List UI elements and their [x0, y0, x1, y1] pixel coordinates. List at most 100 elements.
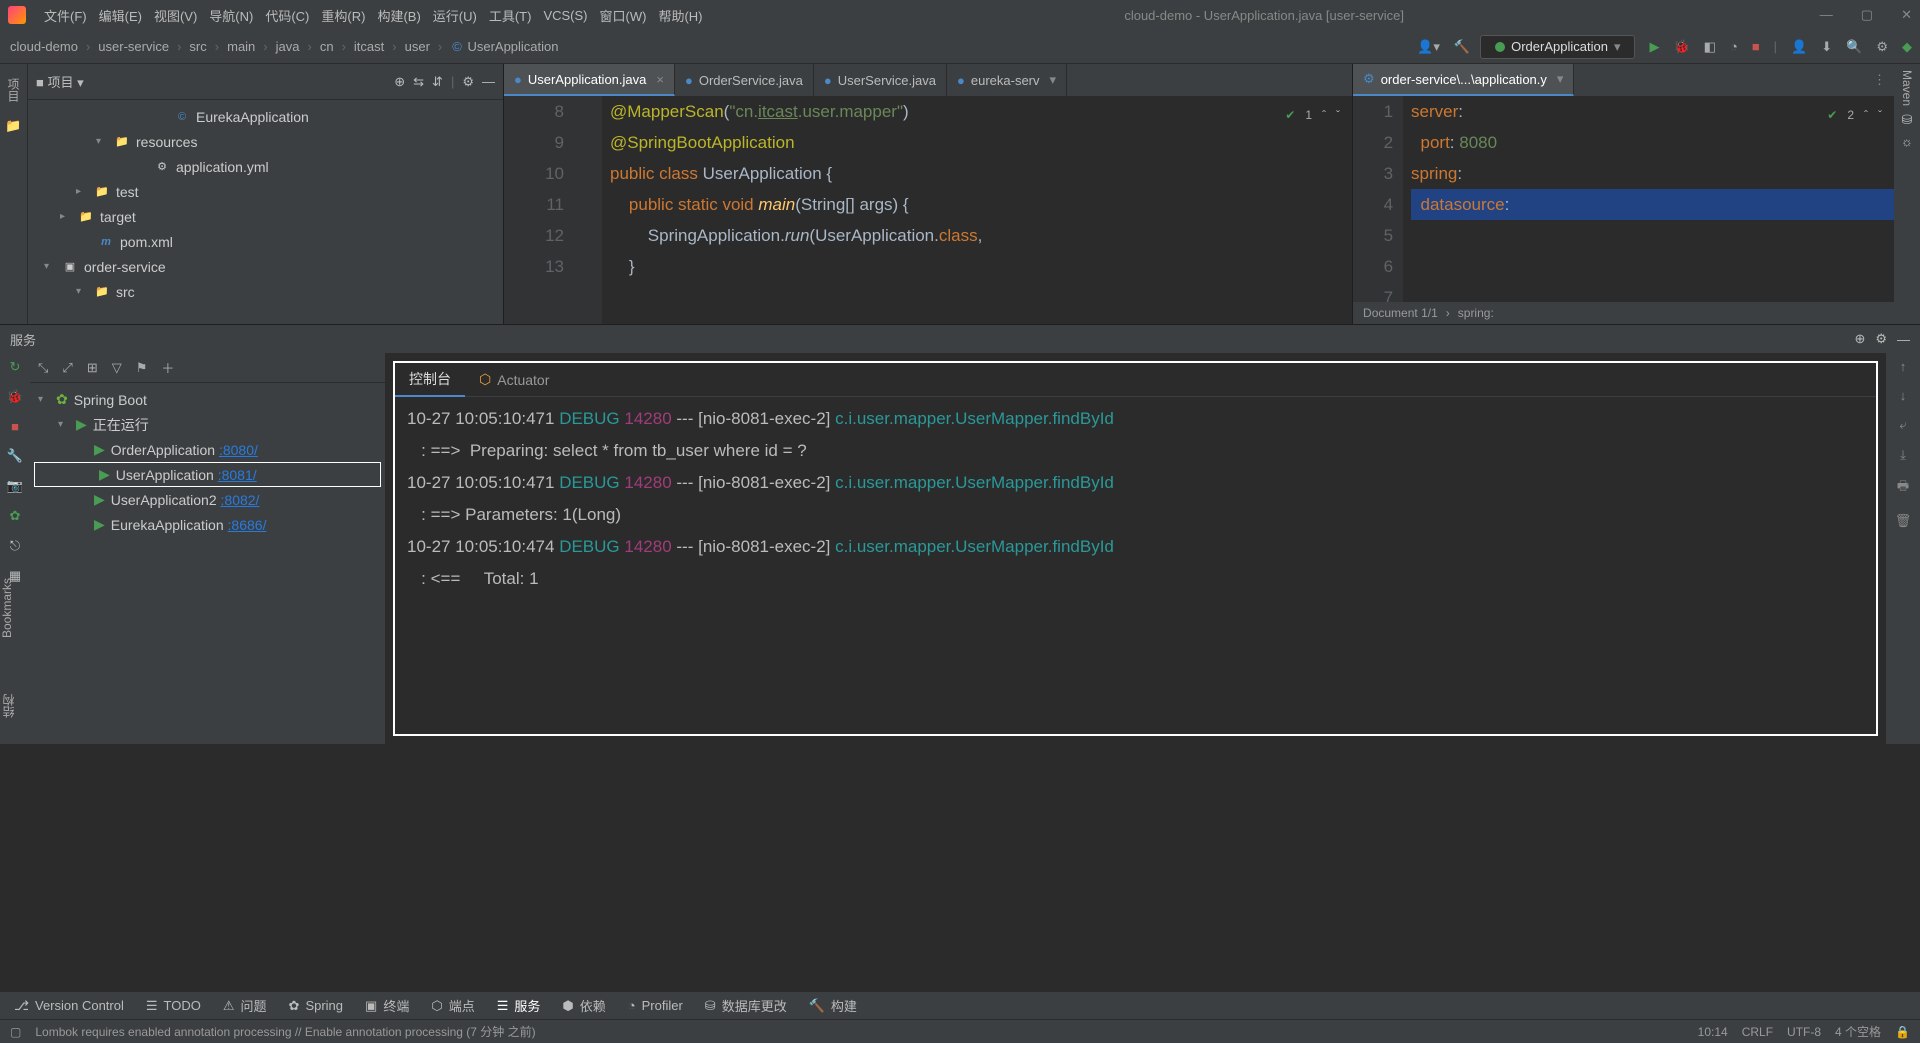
services-tree[interactable]: ▾✿Spring Boot▾▶正在运行▶OrderApplication :80… — [30, 383, 385, 744]
gear-icon[interactable]: ⚙ — [1875, 331, 1887, 347]
hide-icon[interactable]: — — [482, 74, 495, 89]
readonly-icon[interactable]: 🔒 — [1895, 1025, 1910, 1039]
breadcrumb[interactable]: cloud-demo›user-service›src›main›java›cn… — [8, 39, 561, 54]
structure-tool-button[interactable]: 结构 — [0, 686, 17, 726]
editor-tab[interactable]: ●eureka-serv▾ — [947, 64, 1067, 96]
breadcrumb-item[interactable]: cloud-demo — [8, 39, 80, 54]
menu-item[interactable]: 工具(T) — [483, 3, 538, 28]
trash-icon[interactable]: 🗑 — [1895, 513, 1912, 529]
editor-tab[interactable]: ⚙order-service\...\application.y▾ — [1353, 64, 1574, 96]
notif-icon[interactable]: ☼ — [1901, 134, 1913, 149]
breadcrumb-item[interactable]: user-service — [96, 39, 171, 54]
down-icon[interactable]: ↓ — [1900, 388, 1907, 403]
wrap-icon[interactable]: ⤶ — [1899, 417, 1906, 433]
breadcrumb-item[interactable]: main — [225, 39, 257, 54]
profile-icon[interactable]: ◔ — [1730, 39, 1738, 54]
up-icon[interactable]: ↑ — [1900, 359, 1907, 374]
service-app[interactable]: ▶EurekaApplication :8686/ — [30, 512, 385, 537]
group-icon[interactable]: ⊞ — [87, 360, 98, 376]
menu-item[interactable]: 代码(C) — [259, 3, 315, 28]
avatar-icon[interactable]: 👤 — [1791, 39, 1807, 55]
tag-icon[interactable]: ⚑ — [136, 360, 148, 376]
locate-icon[interactable]: ⊕ — [394, 74, 405, 90]
focus-icon[interactable]: ⊕ — [1854, 331, 1865, 347]
project-tree[interactable]: ©EurekaApplication▾📁resources⚙applicatio… — [28, 100, 503, 324]
service-app[interactable]: ▶UserApplication :8081/ — [34, 462, 381, 487]
status-eol[interactable]: CRLF — [1742, 1025, 1773, 1039]
user-icon[interactable]: 👤▾ — [1417, 39, 1440, 55]
coverage-icon[interactable]: ◧ — [1704, 39, 1716, 55]
tree-item[interactable]: ▸📁target — [28, 204, 503, 229]
search-icon[interactable]: 🔍 — [1846, 39, 1862, 55]
debug-icon[interactable]: 🐞 — [1673, 39, 1689, 55]
collapse-all-icon[interactable]: ⤢ — [62, 360, 72, 376]
actuator-tab[interactable]: ⬡Actuator — [465, 363, 563, 397]
expand-icon[interactable]: ⇆ — [413, 74, 424, 90]
close-icon[interactable]: ✕ — [1901, 7, 1912, 23]
bottom-tool-服务[interactable]: ☰服务 — [497, 996, 541, 1015]
bookmarks-tool-button[interactable]: Bookmarks — [0, 570, 14, 646]
minimize-icon[interactable]: ― — [1820, 7, 1833, 23]
breadcrumb-item[interactable]: user — [403, 39, 432, 54]
settings-icon[interactable]: ⚙ — [1876, 39, 1888, 55]
bottom-tool-终端[interactable]: ▣终端 — [365, 996, 409, 1015]
bottom-tool-Version Control[interactable]: ⎇Version Control — [14, 998, 124, 1014]
breadcrumb-item[interactable]: cn — [318, 39, 336, 54]
maximize-icon[interactable]: ▢ — [1861, 7, 1873, 23]
menu-item[interactable]: 视图(V) — [148, 3, 203, 28]
status-encoding[interactable]: UTF-8 — [1787, 1025, 1821, 1039]
bottom-tool-Profiler[interactable]: ◔Profiler — [628, 998, 683, 1013]
db-icon[interactable]: ⛁ — [1902, 112, 1913, 128]
status-indent[interactable]: 4 个空格 — [1835, 1023, 1881, 1040]
project-tool-button[interactable]: 项目 — [5, 72, 22, 108]
tree-item[interactable]: mpom.xml — [28, 229, 503, 254]
updates-icon[interactable]: ⬇ — [1821, 39, 1832, 55]
menu-item[interactable]: 运行(U) — [427, 3, 483, 28]
bottom-tool-数据库更改[interactable]: ⛁数据库更改 — [705, 996, 787, 1015]
folder-icon[interactable]: 📁 — [5, 118, 21, 134]
menu-item[interactable]: 帮助(H) — [652, 3, 708, 28]
service-running[interactable]: ▾▶正在运行 — [30, 412, 385, 437]
tree-item[interactable]: ⚙application.yml — [28, 154, 503, 179]
collapse-icon[interactable]: ⇵ — [432, 74, 443, 90]
stop-icon[interactable]: ■ — [1752, 39, 1760, 54]
menu-item[interactable]: 文件(F) — [38, 3, 93, 28]
maven-tool-button[interactable]: Maven — [1900, 70, 1914, 106]
scroll-icon[interactable]: ⤓ — [1900, 447, 1906, 463]
bottom-tool-Spring[interactable]: ✿Spring — [289, 998, 343, 1014]
console-tab[interactable]: 控制台 — [395, 363, 465, 397]
bottom-tool-TODO[interactable]: ☰TODO — [146, 998, 201, 1014]
breadcrumb-item[interactable]: itcast — [352, 39, 386, 54]
bottom-tool-构建[interactable]: 🔨构建 — [809, 996, 857, 1015]
tree-item[interactable]: ▾▣order-service — [28, 254, 503, 279]
editor-tab[interactable]: ●OrderService.java — [675, 64, 814, 96]
editor-tab[interactable]: ●UserApplication.java× — [504, 64, 675, 96]
bottom-tool-端点[interactable]: ⬡端点 — [431, 996, 474, 1015]
menu-item[interactable]: 窗口(W) — [594, 3, 653, 28]
menu-item[interactable]: 导航(N) — [203, 3, 259, 28]
tree-item[interactable]: ▾📁src — [28, 279, 503, 304]
tree-item[interactable]: ▸📁test — [28, 179, 503, 204]
breadcrumb-item[interactable]: © UserApplication — [448, 39, 560, 54]
bottom-tool-问题[interactable]: ⚠问题 — [223, 996, 267, 1015]
run-icon[interactable]: ▶ — [1649, 39, 1659, 55]
tree-item[interactable]: ©EurekaApplication — [28, 104, 503, 129]
gear-icon[interactable]: ⚙ — [462, 74, 474, 90]
print-icon[interactable]: 🖶 — [1897, 477, 1909, 499]
hide-icon[interactable]: — — [1897, 332, 1910, 347]
run-config-dropdown[interactable]: OrderApplication ▾ — [1480, 35, 1635, 59]
menu-item[interactable]: VCS(S) — [537, 5, 593, 26]
plugin-icon[interactable]: ◆ — [1902, 39, 1912, 55]
editor-tab[interactable]: ●UserService.java — [814, 64, 947, 96]
service-group[interactable]: ▾✿Spring Boot — [30, 387, 385, 412]
menu-item[interactable]: 重构(R) — [315, 3, 371, 28]
breadcrumb-item[interactable]: src — [187, 39, 208, 54]
more-icon[interactable]: ⋮ — [1865, 72, 1894, 88]
menu-item[interactable]: 构建(B) — [371, 3, 426, 28]
service-app[interactable]: ▶OrderApplication :8080/ — [30, 437, 385, 462]
filter-icon[interactable]: ▽ — [112, 360, 122, 376]
service-app[interactable]: ▶UserApplication2 :8082/ — [30, 487, 385, 512]
breadcrumb-item[interactable]: java — [274, 39, 302, 54]
add-icon[interactable]: ＋ — [161, 358, 174, 377]
expand-all-icon[interactable]: ⤡ — [38, 360, 48, 376]
